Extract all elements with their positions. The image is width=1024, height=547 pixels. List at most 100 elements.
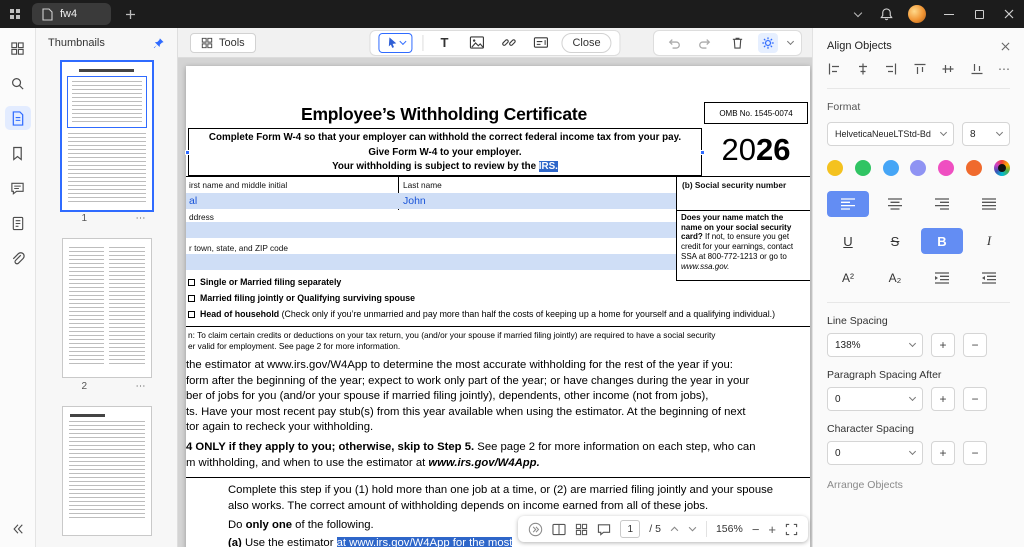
delete-icon[interactable] [726, 33, 748, 53]
page-menu-icon[interactable]: ⋯ [136, 381, 146, 392]
zoom-in-button[interactable]: + [768, 522, 776, 537]
subscript-button[interactable]: A₂ [874, 265, 916, 291]
first-name-value[interactable]: al [189, 195, 197, 207]
document-tab[interactable]: fw4 [32, 3, 111, 25]
redo-icon[interactable] [694, 33, 716, 53]
character-spacing-row: 0 + − [827, 441, 1010, 465]
minimize-button[interactable] [934, 0, 964, 28]
comment-icon[interactable] [5, 176, 31, 200]
indent-increase-button[interactable] [968, 265, 1010, 291]
text-align-right-button[interactable] [921, 191, 963, 217]
indent-decrease-button[interactable] [921, 265, 963, 291]
close-window-button[interactable] [994, 0, 1024, 28]
thumbnail-page-1-preview[interactable] [62, 62, 152, 210]
document-canvas[interactable]: Employee’s Withholding Certificate OMB N… [178, 58, 812, 547]
line-spacing-increase-button[interactable]: + [931, 333, 955, 357]
maximize-button[interactable] [964, 0, 994, 28]
close-edit-mode-button[interactable]: Close [561, 33, 611, 53]
color-swatch-yellow[interactable] [827, 160, 843, 176]
thumbnail-page-2[interactable]: 2 ⋯ [62, 238, 152, 392]
text-align-center-button[interactable] [874, 191, 916, 217]
checkbox-married-jointly[interactable] [188, 295, 195, 302]
undo-icon[interactable] [662, 33, 684, 53]
gear-icon[interactable] [758, 33, 778, 53]
italic-button[interactable]: I [968, 228, 1010, 254]
line-spacing-decrease-button[interactable]: − [963, 333, 987, 357]
text-justify-button[interactable] [968, 191, 1010, 217]
strikethrough-button[interactable]: S [874, 228, 916, 254]
app-menu-icon[interactable] [0, 7, 30, 21]
page-grid-icon[interactable] [575, 523, 588, 536]
panel-grid-icon[interactable] [5, 36, 31, 60]
page-number-input[interactable]: 1 [620, 520, 640, 538]
align-center-horizontal-icon[interactable] [856, 62, 870, 76]
thumbnail-page-1[interactable]: 1 ⋯ [62, 62, 152, 224]
notification-bell-icon[interactable] [872, 7, 900, 22]
form-instructions-box[interactable]: Complete Form W-4 so that your employer … [188, 128, 702, 176]
font-family-select[interactable]: HelveticaNeueLTStd-Bd [827, 122, 954, 146]
color-swatch-purple[interactable] [910, 160, 926, 176]
comment-view-icon[interactable] [597, 523, 611, 536]
search-icon[interactable] [5, 71, 31, 95]
align-top-icon[interactable] [913, 62, 927, 76]
checkbox-single[interactable] [188, 279, 195, 286]
add-link-tool-icon[interactable] [497, 33, 519, 53]
color-swatch-pink[interactable] [938, 160, 954, 176]
selection-handle-left[interactable] [185, 150, 190, 155]
pdf-page[interactable]: Employee’s Withholding Certificate OMB N… [186, 66, 810, 547]
paragraph-spacing-increase-button[interactable]: + [931, 387, 955, 411]
page-menu-icon[interactable]: ⋯ [136, 213, 146, 224]
align-right-icon[interactable] [884, 62, 898, 76]
notes-icon[interactable] [5, 211, 31, 235]
new-tab-button[interactable] [125, 9, 143, 20]
align-left-icon[interactable] [827, 62, 841, 76]
add-image-tool-icon[interactable] [465, 33, 487, 53]
zoom-out-button[interactable]: − [752, 522, 760, 537]
user-avatar[interactable] [908, 5, 926, 23]
fit-page-icon[interactable] [785, 523, 798, 536]
collapse-sidebar-icon[interactable] [5, 517, 31, 541]
text-align-left-button[interactable] [827, 191, 869, 217]
add-text-tool-icon[interactable]: T [433, 33, 455, 53]
character-spacing-increase-button[interactable]: + [931, 441, 955, 465]
thumbnail-page-3[interactable] [62, 406, 152, 536]
select-tool-button[interactable] [378, 33, 412, 53]
next-page-icon[interactable] [688, 526, 697, 532]
thumbnail-page-3-preview[interactable] [62, 406, 152, 536]
zoom-level[interactable]: 156% [716, 523, 743, 535]
align-middle-vertical-icon[interactable] [941, 62, 955, 76]
close-panel-icon[interactable] [1001, 42, 1010, 51]
color-picker-swatch[interactable] [994, 160, 1010, 176]
expand-bar-icon[interactable] [528, 522, 543, 537]
tools-button[interactable]: Tools [190, 33, 256, 53]
character-spacing-select[interactable]: 0 [827, 441, 923, 465]
reader-view-icon[interactable] [552, 523, 566, 536]
color-swatch-blue[interactable] [883, 160, 899, 176]
character-spacing-decrease-button[interactable]: − [963, 441, 987, 465]
last-name-value[interactable]: John [403, 195, 426, 207]
thumbnail-page-2-preview[interactable] [62, 238, 152, 378]
form-field-tool-icon[interactable] [529, 33, 551, 53]
chevron-down-icon[interactable] [844, 13, 872, 16]
checkbox-head-of-household[interactable] [188, 311, 195, 318]
bookmark-icon[interactable] [5, 141, 31, 165]
pin-panel-icon[interactable] [152, 37, 165, 50]
align-bottom-icon[interactable] [970, 62, 984, 76]
line-spacing-select[interactable]: 138% [827, 333, 923, 357]
attachment-icon[interactable] [5, 246, 31, 270]
font-size-select[interactable]: 8 [962, 122, 1010, 146]
previous-page-icon[interactable] [670, 526, 679, 532]
color-swatch-green[interactable] [855, 160, 871, 176]
city-field[interactable] [186, 254, 676, 270]
bold-button[interactable]: B [921, 228, 963, 254]
paragraph-spacing-decrease-button[interactable]: − [963, 387, 987, 411]
color-swatch-orange[interactable] [966, 160, 982, 176]
thumbnails-panel-icon[interactable] [5, 106, 31, 130]
underline-button[interactable]: U [827, 228, 869, 254]
more-align-options-icon[interactable]: ⋯ [998, 62, 1010, 76]
superscript-button[interactable]: A² [827, 265, 869, 291]
name-field-row[interactable] [186, 193, 676, 209]
paragraph-spacing-select[interactable]: 0 [827, 387, 923, 411]
chevron-down-icon[interactable] [787, 37, 794, 44]
address-field[interactable] [186, 222, 676, 238]
